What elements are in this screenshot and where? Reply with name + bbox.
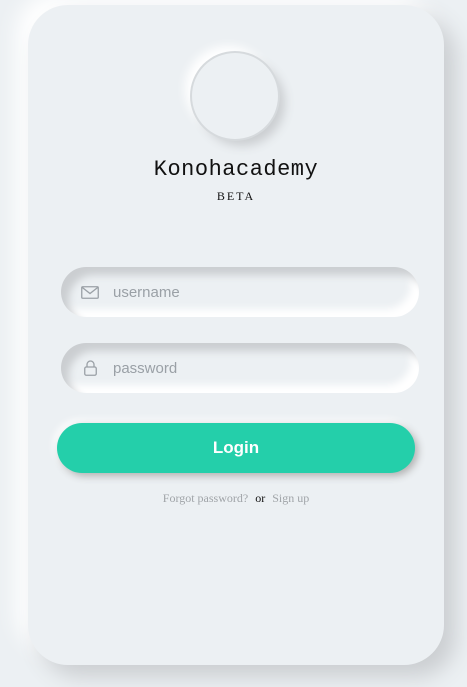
password-field[interactable] bbox=[61, 343, 419, 393]
login-card: Konohacademy BETA Login Forgot password?… bbox=[28, 5, 444, 665]
username-input[interactable] bbox=[111, 282, 395, 302]
username-field[interactable] bbox=[61, 267, 419, 317]
or-separator: or bbox=[255, 491, 266, 505]
sign-up-link[interactable]: Sign up bbox=[272, 491, 309, 505]
logo-avatar bbox=[192, 53, 278, 139]
password-input[interactable] bbox=[111, 358, 395, 378]
mail-icon bbox=[80, 282, 100, 302]
lock-icon bbox=[80, 358, 100, 378]
forgot-password-link[interactable]: Forgot password? bbox=[163, 491, 248, 505]
app-subtitle: BETA bbox=[216, 189, 256, 203]
auth-links: Forgot password? or Sign up bbox=[28, 491, 444, 506]
login-button[interactable]: Login bbox=[57, 423, 415, 473]
app-title: Konohacademy bbox=[153, 157, 319, 182]
